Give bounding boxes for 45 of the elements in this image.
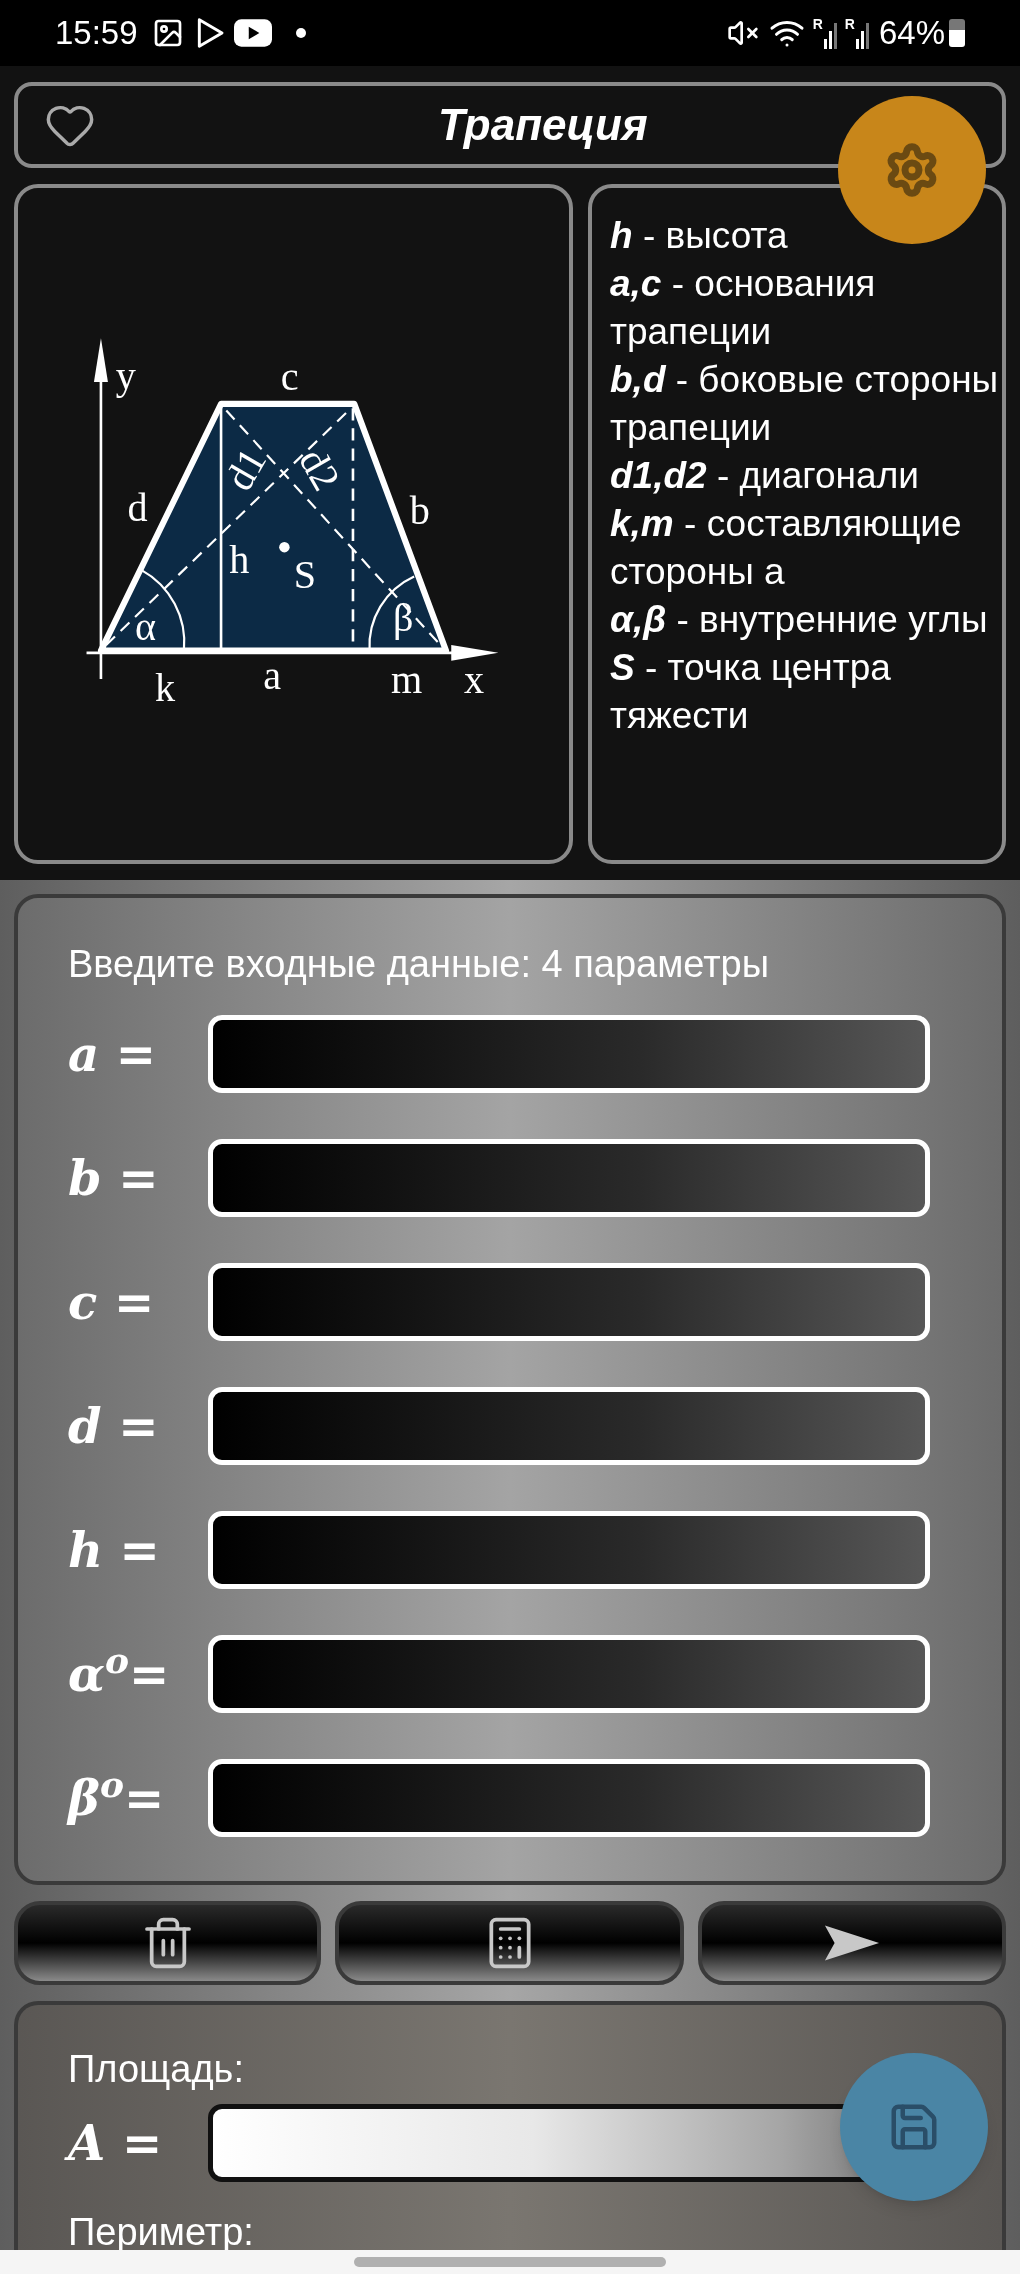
- battery-level: 64%: [878, 13, 945, 54]
- diagram-label: d: [127, 484, 148, 530]
- field-label: a =: [68, 1025, 158, 1084]
- diagram-label: β: [392, 595, 413, 640]
- diagram-label: α: [134, 603, 156, 649]
- field-label: c =: [68, 1273, 156, 1332]
- input-field[interactable]: [208, 1759, 930, 1837]
- legend-item: d1,d2 - диагонали: [610, 454, 920, 498]
- diagram-label: y: [115, 352, 136, 398]
- field-label: b =: [68, 1149, 160, 1208]
- send-button[interactable]: [698, 1901, 1006, 1985]
- diagram-label: x: [463, 657, 484, 703]
- field-label: α$^{o}$=: [68, 1638, 171, 1704]
- clock: 15:59: [55, 13, 138, 54]
- diagram-label: S: [293, 552, 316, 598]
- field-label: h =: [68, 1521, 161, 1580]
- screen-title: Трапеция: [438, 99, 648, 151]
- legend-item: h - высота: [610, 214, 789, 258]
- diagram-label: m: [390, 657, 422, 703]
- send-icon: [823, 1923, 881, 1963]
- input-field[interactable]: [208, 1263, 930, 1341]
- diagram-label: h: [228, 537, 249, 583]
- home-handle[interactable]: [354, 2257, 666, 2267]
- field-label: d =: [68, 1397, 160, 1456]
- input-field[interactable]: [208, 1511, 930, 1589]
- legend-item: S - точка центра тяжести: [610, 646, 892, 738]
- calculate-button[interactable]: [335, 1901, 684, 1985]
- input-field[interactable]: [208, 1015, 930, 1093]
- input-field[interactable]: [208, 1635, 930, 1713]
- result-heading: Площадь:: [68, 2047, 245, 2092]
- clear-button[interactable]: [14, 1901, 321, 1985]
- input-prompt: Введите входные данные: 4 параметры: [68, 942, 771, 987]
- diagram-label: k: [154, 664, 175, 710]
- diagram-label: d1: [215, 440, 275, 498]
- video-icon: [233, 19, 272, 47]
- legend-item: α,β - внутренние углы: [610, 598, 989, 642]
- diagram-label: c: [280, 353, 299, 399]
- diagram-label: d2: [289, 440, 349, 498]
- result-heading: Периметр:: [68, 2210, 255, 2255]
- input-field[interactable]: [208, 1387, 930, 1465]
- input-field[interactable]: [208, 1139, 930, 1217]
- diagram-label: b: [409, 488, 430, 533]
- battery-icon: [949, 19, 965, 47]
- field-label: β$^{o}$=: [68, 1762, 166, 1828]
- diagram-label: a: [262, 652, 281, 698]
